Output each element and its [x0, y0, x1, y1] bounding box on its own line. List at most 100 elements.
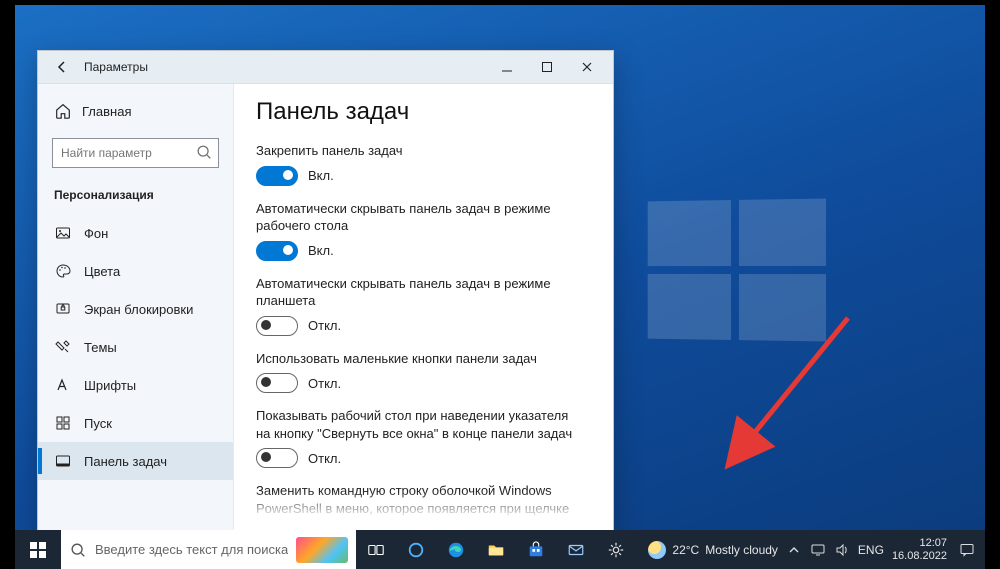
windows-logo — [648, 199, 826, 342]
option-small-buttons: Использовать маленькие кнопки панели зад… — [256, 350, 585, 394]
toggle-switch[interactable] — [256, 448, 298, 468]
taskbar[interactable]: Введите здесь текст для поиска 22°C Most… — [15, 530, 985, 569]
search-icon — [195, 143, 213, 161]
volume-icon[interactable] — [834, 542, 850, 558]
home-icon — [54, 102, 72, 120]
mail-icon — [567, 541, 585, 559]
close-button[interactable] — [567, 52, 607, 82]
toggle-state: Откл. — [308, 376, 341, 391]
weather-text: Mostly cloudy — [705, 543, 778, 557]
back-button[interactable] — [50, 55, 74, 79]
option-label: Использовать маленькие кнопки панели зад… — [256, 350, 585, 368]
sidebar-item-label: Цвета — [84, 264, 120, 279]
sidebar-item-taskbar[interactable]: Панель задач — [38, 442, 233, 480]
windows-icon — [29, 541, 47, 559]
image-icon — [54, 224, 72, 242]
task-view-icon — [367, 541, 385, 559]
option-label: Автоматически скрывать панель задач в ре… — [256, 200, 585, 235]
clock-date: 16.08.2022 — [892, 550, 947, 562]
store-icon — [527, 541, 545, 559]
sidebar-item-label: Панель задач — [84, 454, 167, 469]
content[interactable]: Панель задач Закрепить панель задач Вкл.… — [234, 84, 613, 530]
option-autohide-desktop: Автоматически скрывать панель задач в ре… — [256, 200, 585, 261]
weather-widget[interactable]: 22°C Mostly cloudy — [648, 541, 778, 559]
arrow-left-icon — [54, 59, 70, 75]
settings-window: Параметры Главная Персонализация — [37, 50, 614, 530]
desktop[interactable]: Параметры Главная Персонализация — [15, 5, 985, 530]
search-input[interactable] — [52, 138, 219, 168]
gear-icon — [607, 541, 625, 559]
taskbar-pinned — [356, 530, 636, 569]
sidebar-search[interactable] — [52, 138, 219, 168]
option-autohide-tablet: Автоматически скрывать панель задач в ре… — [256, 275, 585, 336]
toggle-switch[interactable] — [256, 241, 298, 261]
search-icon — [69, 541, 87, 559]
edge-button[interactable] — [436, 530, 476, 569]
start-icon — [54, 414, 72, 432]
taskbar-search[interactable]: Введите здесь текст для поиска — [61, 530, 356, 569]
toggle-switch[interactable] — [256, 373, 298, 393]
clock-time: 12:07 — [892, 537, 947, 549]
taskbar-search-placeholder: Введите здесь текст для поиска — [95, 542, 288, 557]
sidebar-item-lockscreen[interactable]: Экран блокировки — [38, 290, 233, 328]
palette-icon — [54, 262, 72, 280]
titlebar[interactable]: Параметры — [38, 51, 613, 84]
edge-icon — [447, 541, 465, 559]
store-button[interactable] — [516, 530, 556, 569]
option-label: Автоматически скрывать панель задач в ре… — [256, 275, 585, 310]
content-fade — [234, 491, 613, 530]
network-icon[interactable] — [810, 542, 826, 558]
sidebar-item-label: Фон — [84, 226, 108, 241]
weather-temp: 22°C — [672, 543, 699, 557]
taskbar-icon — [54, 452, 72, 470]
search-doodle — [296, 537, 348, 563]
option-peek-desktop: Показывать рабочий стол при наведении ук… — [256, 407, 585, 468]
mail-button[interactable] — [556, 530, 596, 569]
sidebar-item-colors[interactable]: Цвета — [38, 252, 233, 290]
action-center-icon[interactable] — [959, 542, 975, 558]
toggle-state: Откл. — [308, 318, 341, 333]
cortana-button[interactable] — [396, 530, 436, 569]
fonts-icon — [54, 376, 72, 394]
sidebar-nav: Фон Цвета Экран блокировки Темы — [38, 214, 233, 480]
screen: Параметры Главная Персонализация — [0, 0, 1000, 569]
sidebar-home[interactable]: Главная — [38, 94, 233, 128]
maximize-icon — [539, 59, 555, 75]
settings-taskbar-button[interactable] — [596, 530, 636, 569]
close-icon — [579, 59, 595, 75]
window-title: Параметры — [84, 60, 487, 74]
page-title: Панель задач — [256, 98, 585, 126]
toggle-state: Откл. — [308, 451, 341, 466]
chevron-up-icon[interactable] — [786, 542, 802, 558]
clock[interactable]: 12:07 16.08.2022 — [892, 537, 951, 561]
toggle-switch[interactable] — [256, 166, 298, 186]
sidebar-item-start[interactable]: Пуск — [38, 404, 233, 442]
toggle-switch[interactable] — [256, 316, 298, 336]
minimize-icon — [499, 59, 515, 75]
sidebar-item-label: Пуск — [84, 416, 112, 431]
minimize-button[interactable] — [487, 52, 527, 82]
sidebar-item-label: Экран блокировки — [84, 302, 193, 317]
sidebar-item-background[interactable]: Фон — [38, 214, 233, 252]
sidebar: Главная Персонализация Фон — [38, 84, 234, 530]
toggle-state: Вкл. — [308, 243, 334, 258]
sidebar-item-fonts[interactable]: Шрифты — [38, 366, 233, 404]
start-button[interactable] — [15, 530, 61, 569]
option-label: Показывать рабочий стол при наведении ук… — [256, 407, 585, 442]
sidebar-item-label: Шрифты — [84, 378, 136, 393]
folder-icon — [487, 541, 505, 559]
option-lock-taskbar: Закрепить панель задач Вкл. — [256, 142, 585, 186]
task-view-button[interactable] — [356, 530, 396, 569]
system-tray[interactable]: 22°C Mostly cloudy ENG 12:07 16.08.2022 — [638, 530, 985, 569]
explorer-button[interactable] — [476, 530, 516, 569]
language-indicator[interactable]: ENG — [858, 543, 884, 557]
lockscreen-icon — [54, 300, 72, 318]
maximize-button[interactable] — [527, 52, 567, 82]
weather-icon — [648, 541, 666, 559]
sidebar-section-title: Персонализация — [38, 184, 233, 214]
toggle-state: Вкл. — [308, 168, 334, 183]
option-label: Закрепить панель задач — [256, 142, 585, 160]
sidebar-item-label: Темы — [84, 340, 117, 355]
cortana-icon — [407, 541, 425, 559]
sidebar-item-themes[interactable]: Темы — [38, 328, 233, 366]
